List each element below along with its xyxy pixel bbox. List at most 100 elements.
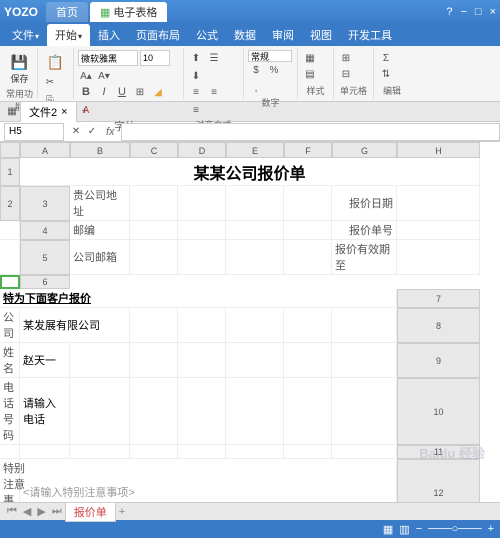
view-page-icon[interactable]: ▥ <box>399 523 409 536</box>
last-sheet-icon[interactable]: ⏭ <box>49 505 65 518</box>
cell[interactable] <box>284 378 332 445</box>
cell[interactable] <box>130 221 178 240</box>
align-right-icon[interactable]: ≡ <box>188 102 204 118</box>
row-header-3[interactable]: 3 <box>20 186 70 221</box>
save-button[interactable]: 💾 保存 <box>6 50 33 87</box>
cell[interactable] <box>130 343 178 378</box>
minimize-button[interactable]: − <box>460 6 466 18</box>
cell[interactable] <box>284 343 332 378</box>
cell[interactable] <box>332 343 397 378</box>
col-header-C[interactable]: C <box>130 142 178 158</box>
cell[interactable] <box>178 343 226 378</box>
cell[interactable] <box>284 308 332 343</box>
align-center-icon[interactable]: ≡ <box>206 84 222 100</box>
notes-input[interactable]: <请输入特别注意事项> <box>20 459 397 502</box>
cell[interactable] <box>284 240 332 275</box>
row-header-1[interactable]: 1 <box>0 158 20 186</box>
col-header-[interactable] <box>0 142 20 158</box>
insert-cells-icon[interactable]: ⊞ <box>338 50 354 66</box>
cell[interactable] <box>226 186 284 221</box>
cell[interactable] <box>70 343 130 378</box>
cell[interactable] <box>397 240 480 275</box>
zoom-slider[interactable]: ───○─── <box>428 523 481 535</box>
col-header-A[interactable]: A <box>20 142 70 158</box>
font-size-select[interactable] <box>140 50 170 66</box>
cell[interactable] <box>284 445 332 459</box>
cut-icon[interactable]: ✂ <box>42 74 58 90</box>
grow-font-icon[interactable]: A▴ <box>78 68 94 84</box>
active-cell[interactable] <box>0 275 20 289</box>
close-doc-icon[interactable]: × <box>61 106 67 118</box>
border-icon[interactable]: ⊞ <box>132 84 148 100</box>
doc-tab[interactable]: ▦ 电子表格 <box>90 2 167 22</box>
fx-label[interactable]: fx <box>100 126 121 138</box>
comma-icon[interactable]: , <box>248 80 264 96</box>
zoom-in-icon[interactable]: + <box>488 523 494 535</box>
cell[interactable] <box>226 221 284 240</box>
percent-icon[interactable]: % <box>266 62 282 78</box>
paste-button[interactable]: 📋 <box>42 50 69 74</box>
sort-icon[interactable]: ⇅ <box>378 66 394 82</box>
col-header-F[interactable]: F <box>284 142 332 158</box>
sum-icon[interactable]: Σ <box>378 50 394 66</box>
cell[interactable] <box>0 445 20 459</box>
row-header-2[interactable]: 2 <box>0 186 20 221</box>
close-button[interactable]: × <box>490 6 496 18</box>
col-header-G[interactable]: G <box>332 142 397 158</box>
zoom-out-icon[interactable]: − <box>416 523 422 535</box>
next-sheet-icon[interactable]: ▶ <box>34 505 48 518</box>
underline-icon[interactable]: U <box>114 84 130 100</box>
row-header-6[interactable]: 6 <box>20 275 70 289</box>
col-header-E[interactable]: E <box>226 142 284 158</box>
menu-file[interactable]: 文件▾ <box>4 24 47 46</box>
menu-data[interactable]: 数据 <box>226 24 264 46</box>
cell[interactable] <box>226 378 284 445</box>
row-header-12[interactable]: 12 <box>397 459 480 502</box>
menu-layout[interactable]: 页面布局 <box>128 24 188 46</box>
accept-formula-icon[interactable]: ✓ <box>84 124 100 140</box>
cell[interactable] <box>332 445 397 459</box>
shrink-font-icon[interactable]: A▾ <box>96 68 112 84</box>
col-header-B[interactable]: B <box>70 142 130 158</box>
currency-icon[interactable]: $ <box>248 62 264 78</box>
cell[interactable] <box>178 186 226 221</box>
cell[interactable] <box>130 186 178 221</box>
add-sheet-icon[interactable]: + <box>116 506 128 518</box>
table-style-icon[interactable]: ▤ <box>302 66 318 82</box>
prev-sheet-icon[interactable]: ◀ <box>20 505 34 518</box>
cell[interactable] <box>332 308 397 343</box>
grid-icon[interactable]: ▦ <box>4 104 20 120</box>
cond-format-icon[interactable]: ▦ <box>302 50 318 66</box>
cell[interactable] <box>178 240 226 275</box>
cell[interactable] <box>397 186 480 221</box>
spreadsheet-grid[interactable]: ABCDEFGH1某某公司报价单23贵公司地址报价日期4邮编报价单号5公司邮箱报… <box>0 142 500 502</box>
cell[interactable] <box>226 445 284 459</box>
view-normal-icon[interactable]: ▦ <box>383 523 393 536</box>
col-header-D[interactable]: D <box>178 142 226 158</box>
menu-start[interactable]: 开始▾ <box>47 24 90 46</box>
cell[interactable] <box>226 240 284 275</box>
cell[interactable] <box>130 445 178 459</box>
cell[interactable] <box>178 308 226 343</box>
cell[interactable] <box>70 445 130 459</box>
col-header-H[interactable]: H <box>397 142 480 158</box>
menu-formula[interactable]: 公式 <box>188 24 226 46</box>
row-header-4[interactable]: 4 <box>20 221 70 240</box>
cell[interactable] <box>178 445 226 459</box>
cell[interactable] <box>130 240 178 275</box>
row-header-11[interactable]: 11 <box>397 445 480 459</box>
cell[interactable] <box>284 186 332 221</box>
sheet-tab[interactable]: 报价单 <box>65 502 116 522</box>
cell[interactable] <box>226 343 284 378</box>
cell[interactable] <box>20 445 70 459</box>
fill-color-icon[interactable]: ◢ <box>150 84 166 100</box>
align-mid-icon[interactable]: ☰ <box>206 50 222 66</box>
maximize-button[interactable]: □ <box>475 6 482 18</box>
cell[interactable] <box>284 221 332 240</box>
align-left-icon[interactable]: ≡ <box>188 84 204 100</box>
cell[interactable] <box>178 378 226 445</box>
align-bot-icon[interactable]: ⬇ <box>188 68 204 84</box>
row-header-10[interactable]: 10 <box>397 378 480 445</box>
align-top-icon[interactable]: ⬆ <box>188 50 204 66</box>
menu-dev[interactable]: 开发工具 <box>340 24 400 46</box>
